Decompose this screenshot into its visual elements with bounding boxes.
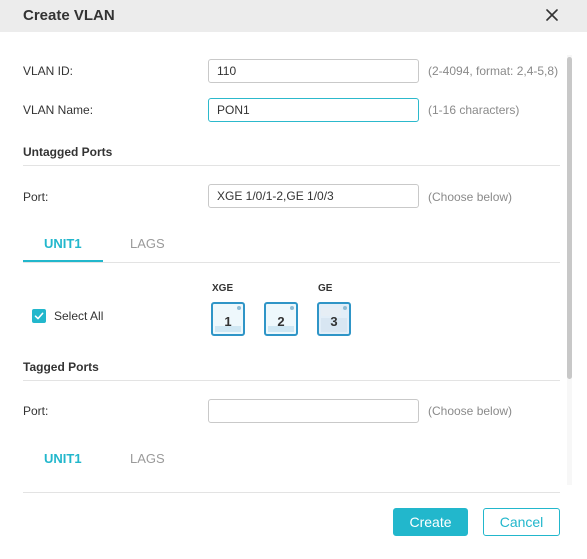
tagged-port-hint: (Choose below): [428, 404, 513, 418]
close-icon[interactable]: [541, 4, 563, 26]
port-number: 2: [277, 314, 285, 329]
vlan-name-label: VLAN Name:: [23, 103, 94, 117]
port-led-icon: [343, 306, 347, 310]
scrollbar-thumb[interactable]: [567, 57, 572, 379]
port-group-label-xge: XGE: [212, 283, 234, 294]
tagged-port-input[interactable]: [208, 399, 419, 423]
select-all-checkbox[interactable]: [32, 309, 46, 323]
untagged-port-hint: (Choose below): [428, 190, 513, 204]
create-button[interactable]: Create: [393, 508, 468, 536]
tab-tagged-lags[interactable]: LAGS: [130, 451, 165, 466]
select-all-label: Select All: [54, 309, 104, 323]
port-number: 3: [330, 314, 338, 329]
vlan-name-input[interactable]: [208, 98, 419, 122]
vlan-id-hint: (2-4094, format: 2,4-5,8): [428, 64, 559, 78]
port-led-icon: [237, 306, 241, 310]
tagged-ports-heading: Tagged Ports: [23, 360, 99, 374]
divider: [23, 165, 560, 166]
vlan-id-input[interactable]: [208, 59, 419, 83]
port-group-label-ge: GE: [318, 283, 333, 294]
untagged-port-label: Port:: [23, 190, 49, 204]
port-1[interactable]: 1: [211, 302, 245, 336]
footer-divider: [23, 492, 560, 493]
port-2[interactable]: 2: [264, 302, 298, 336]
tab-untagged-lags[interactable]: LAGS: [130, 236, 165, 251]
tab-tagged-unit1[interactable]: UNIT1: [44, 451, 82, 466]
vlan-id-label: VLAN ID:: [23, 64, 74, 78]
tab-untagged-unit1[interactable]: UNIT1: [44, 236, 82, 251]
divider: [23, 380, 560, 381]
tagged-port-label: Port:: [23, 404, 49, 418]
divider: [23, 262, 560, 263]
untagged-ports-heading: Untagged Ports: [23, 145, 113, 159]
checkmark-icon: [34, 312, 44, 320]
untagged-port-input[interactable]: [208, 184, 419, 208]
cancel-button[interactable]: Cancel: [483, 508, 560, 536]
port-3[interactable]: 3: [317, 302, 351, 336]
vlan-name-hint: (1-16 characters): [428, 103, 520, 117]
port-led-icon: [290, 306, 294, 310]
dialog-title: Create VLAN: [23, 7, 115, 24]
port-number: 1: [224, 314, 232, 329]
